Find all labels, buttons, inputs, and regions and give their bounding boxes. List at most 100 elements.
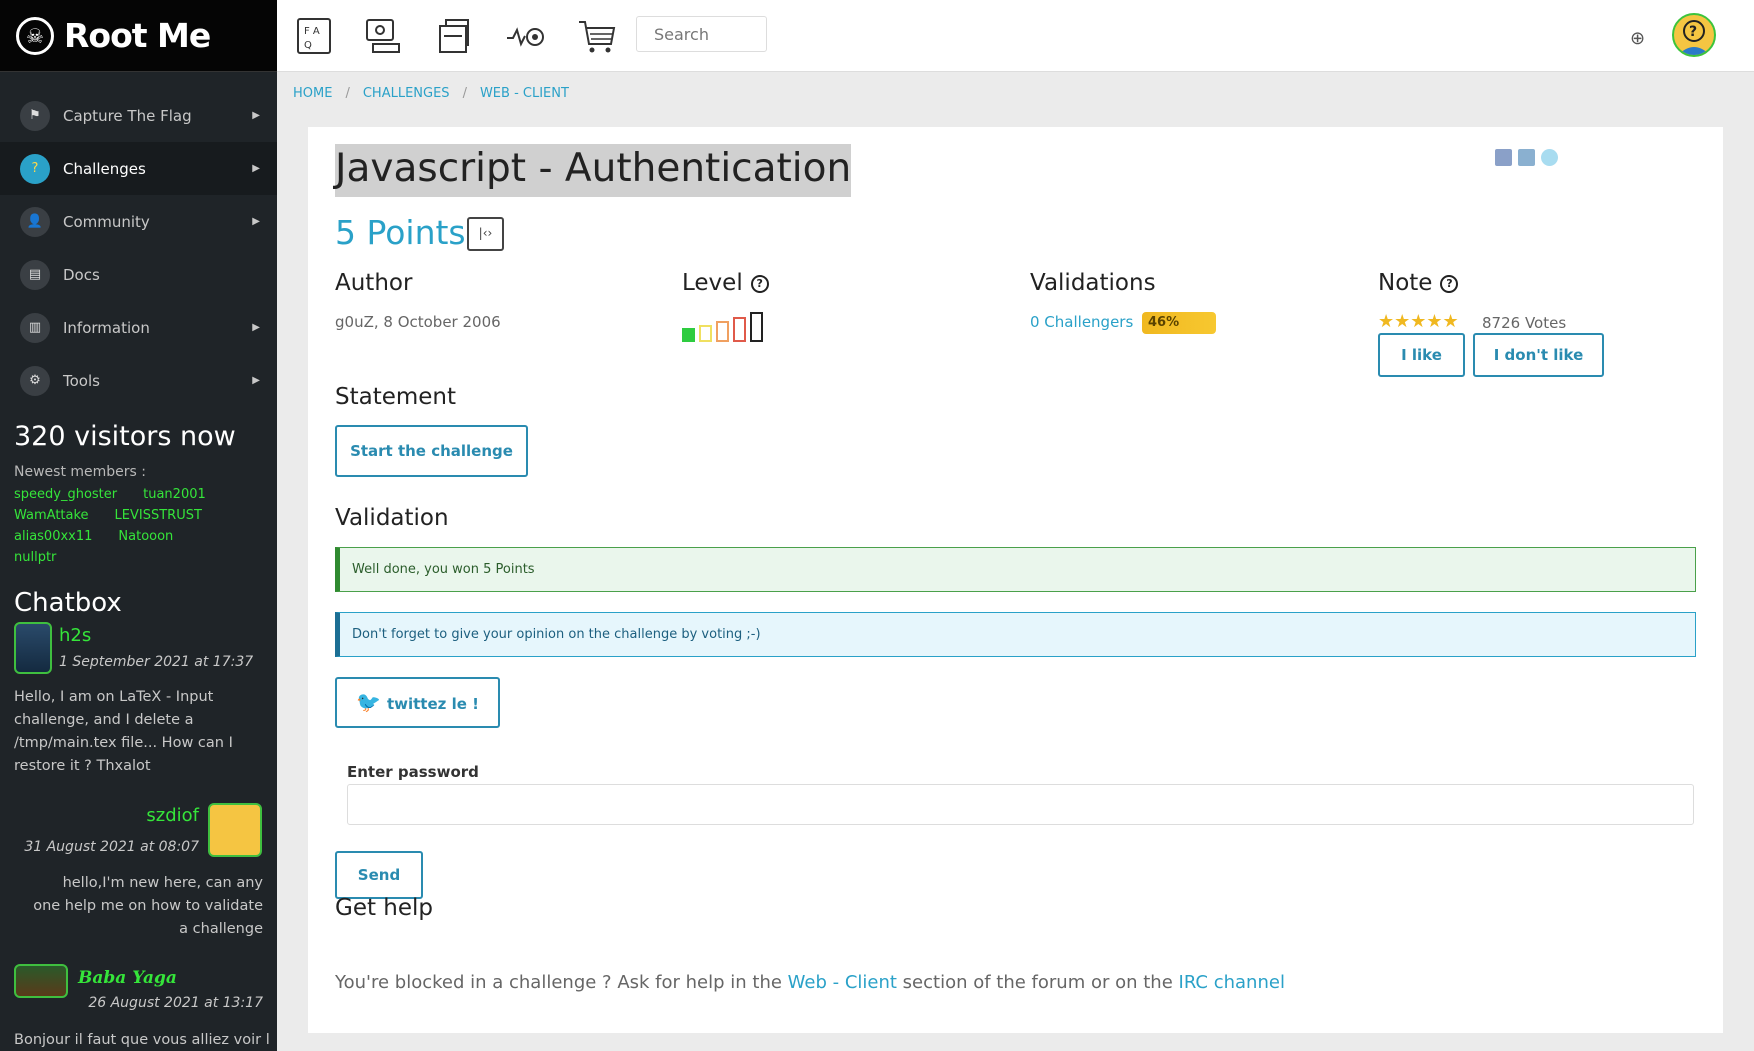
logo[interactable]: ☠ Root Me <box>0 0 277 72</box>
chat-date: 26 August 2021 at 13:17 <box>88 995 263 1011</box>
challengers-link[interactable]: 0 Challengers <box>1030 313 1133 331</box>
radar-icon[interactable] <box>505 16 545 56</box>
avatar[interactable] <box>14 622 52 674</box>
level-bar <box>716 321 729 342</box>
page-title: Javascript - Authentication <box>335 144 852 197</box>
member-link[interactable]: speedy_ghoster <box>14 484 117 505</box>
success-rate-badge: 46% <box>1142 312 1216 334</box>
member-link[interactable]: Natooon <box>118 526 173 547</box>
sidebar-item-information[interactable]: ▥ Information ▶ <box>0 301 277 354</box>
globe-icon[interactable]: ⊕ <box>1630 28 1645 49</box>
faq-icon[interactable]: F A Q <box>294 16 334 56</box>
breadcrumb-category[interactable]: WEB - CLIENT <box>480 86 569 101</box>
level-bar <box>733 317 746 342</box>
tools-icon: ⚙ <box>20 365 50 396</box>
brand-name: Root Me <box>64 16 211 55</box>
author-heading: Author <box>335 270 413 296</box>
level-bar <box>750 312 763 342</box>
sidebar-item-docs[interactable]: ▤ Docs <box>0 248 277 301</box>
member-link[interactable]: tuan2001 <box>143 484 206 505</box>
twitter-icon[interactable] <box>1541 149 1558 166</box>
chat-author[interactable]: Baba Yaga <box>78 968 177 988</box>
svg-text:F A: F A <box>304 26 320 37</box>
validations-heading: Validations <box>1030 270 1156 296</box>
help-text-middle: section of the forum or on the <box>896 972 1179 993</box>
sidebar-item-capture-the-flag[interactable]: ⚑ Capture The Flag ▶ <box>0 89 277 142</box>
sidebar-item-label: Challenges <box>63 159 146 178</box>
twitter-bird-icon: 🐦 <box>356 690 381 714</box>
chevron-right-icon: ▶ <box>252 322 260 333</box>
chat-author[interactable]: h2s <box>59 625 91 646</box>
chat-date: 1 September 2021 at 17:37 <box>59 654 254 670</box>
password-input[interactable] <box>347 784 1694 825</box>
documents-icon[interactable] <box>434 16 474 56</box>
visitors-count: 320 visitors now <box>14 421 236 452</box>
info-alert: Don't forget to give your opinion on the… <box>335 612 1696 657</box>
top-bar: F A Q ⊕ ? <box>277 0 1754 72</box>
sidebar-item-label: Capture The Flag <box>63 106 192 125</box>
help-text: You're blocked in a challenge ? Ask for … <box>335 972 1285 993</box>
computer-icon[interactable] <box>363 16 403 56</box>
note-heading-wrap: Note? <box>1378 270 1459 296</box>
forum-section-link[interactable]: Web - Client <box>788 972 897 993</box>
linkedin-icon[interactable] <box>1518 149 1535 166</box>
rating-stars: ★★★★★ <box>1378 311 1459 332</box>
send-button[interactable]: Send <box>335 851 423 899</box>
challenges-icon: ? <box>20 153 50 184</box>
search-input[interactable] <box>636 16 767 52</box>
chevron-right-icon: ▶ <box>252 163 260 174</box>
password-label: Enter password <box>347 763 479 781</box>
start-challenge-button[interactable]: Start the challenge <box>335 425 528 477</box>
sidebar-item-community[interactable]: 👤 Community ▶ <box>0 195 277 248</box>
breadcrumb-separator: / <box>462 86 467 101</box>
help-icon[interactable]: ? <box>750 274 769 293</box>
newest-members-label: Newest members : <box>14 464 146 480</box>
author-value: g0uZ, 8 October 2006 <box>335 313 501 331</box>
avatar[interactable] <box>208 803 262 857</box>
level-bar <box>699 325 712 342</box>
sidebar-item-label: Docs <box>63 265 100 284</box>
chat-message: Bonjour il faut que vous alliez voir la <box>14 1032 269 1048</box>
sidebar-item-label: Community <box>63 212 150 231</box>
chat-author[interactable]: szdiof <box>146 805 199 826</box>
challenge-panel: Javascript - Authentication 5 Points |‹›… <box>308 127 1723 1033</box>
sidebar-item-tools[interactable]: ⚙ Tools ▶ <box>0 354 277 407</box>
validation-heading: Validation <box>335 505 449 531</box>
chat-message: hello,I'm new here, can any one help me … <box>33 875 263 937</box>
member-link[interactable]: WamAttake <box>14 505 89 526</box>
sidebar-item-label: Tools <box>63 371 100 390</box>
breadcrumb: HOME / CHALLENGES / WEB - CLIENT <box>293 86 569 101</box>
member-link[interactable]: LEVISSTRUST <box>115 505 202 526</box>
newest-members-list: speedy_ghoster tuan2001 WamAttake LEVISS… <box>0 480 277 568</box>
help-icon[interactable]: ? <box>1440 274 1459 293</box>
level-heading: Level <box>682 270 743 296</box>
community-icon: 👤 <box>20 206 50 237</box>
breadcrumb-challenges[interactable]: CHALLENGES <box>363 86 450 101</box>
chevron-right-icon: ▶ <box>252 216 260 227</box>
sidebar-item-challenges[interactable]: ? Challenges ▶ <box>0 142 277 195</box>
breadcrumb-home[interactable]: HOME <box>293 86 332 101</box>
flag-icon: ⚑ <box>20 100 50 131</box>
level-bar <box>682 328 695 342</box>
sidebar-item-label: Information <box>63 318 150 337</box>
tweet-button[interactable]: 🐦 twittez le ! <box>335 677 500 728</box>
chatbox-title: Chatbox <box>14 588 122 618</box>
breadcrumb-separator: / <box>345 86 350 101</box>
member-link[interactable]: nullptr <box>14 547 56 568</box>
challenge-points: 5 Points <box>335 213 466 252</box>
chat-date: 31 August 2021 at 08:07 <box>24 839 199 855</box>
cart-icon[interactable] <box>577 16 617 56</box>
dislike-button[interactable]: I don't like <box>1473 333 1604 377</box>
like-button[interactable]: I like <box>1378 333 1465 377</box>
chat-message: Hello, I am on LaTeX - Input challenge, … <box>14 689 233 774</box>
member-link[interactable]: alias00xx11 <box>14 526 92 547</box>
user-avatar[interactable]: ? <box>1672 13 1716 57</box>
statement-heading: Statement <box>335 384 457 410</box>
votes-count: 8726 Votes <box>1482 314 1567 332</box>
level-heading-wrap: Level? <box>682 270 769 296</box>
docs-icon: ▤ <box>20 259 50 290</box>
irc-channel-link[interactable]: IRC channel <box>1179 972 1285 993</box>
note-heading: Note <box>1378 270 1433 296</box>
facebook-icon[interactable] <box>1495 149 1512 166</box>
avatar[interactable] <box>14 964 68 998</box>
